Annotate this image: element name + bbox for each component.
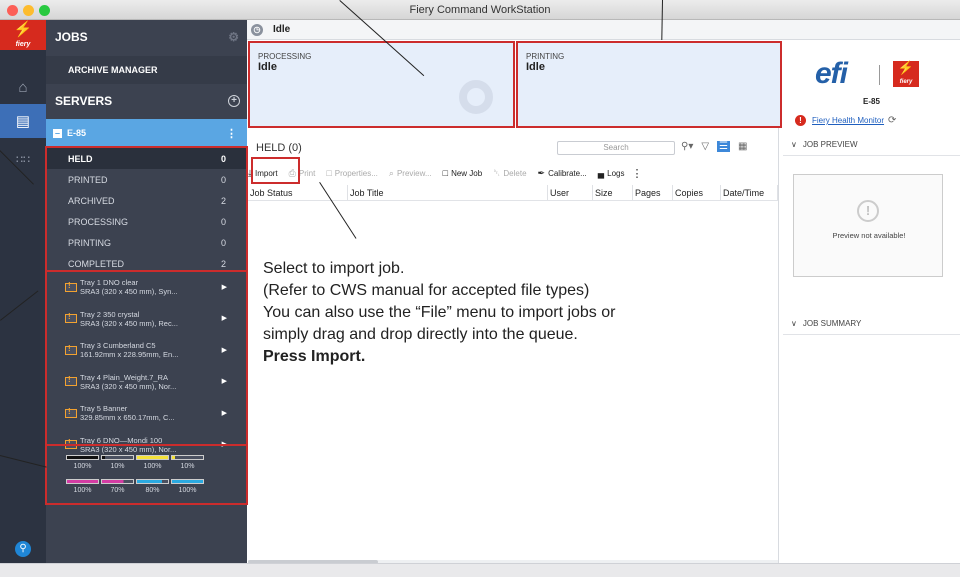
clock-icon: ◷ (251, 23, 263, 36)
refresh-icon[interactable]: ⟳ (888, 115, 896, 126)
job-toolbar: ⤓ Import ⎙ Print □ Properties... ⌕ Preview... □ N… (248, 163, 778, 183)
chevron-down-icon: ∨ (791, 319, 797, 328)
column-header[interactable]: Job Status (248, 185, 348, 200)
search-icon[interactable]: ⚲▾ (681, 141, 693, 152)
server-status-text: Idle (273, 24, 291, 35)
import-callout-box (251, 157, 300, 184)
health-monitor: ! Fiery Health Monitor ⟳ (795, 115, 896, 126)
list-view-icon[interactable]: ☰ (717, 141, 731, 152)
collapse-icon[interactable]: – (53, 128, 62, 138)
queues-callout-box (45, 146, 248, 272)
calibrate-button[interactable]: ✒ Calibrate... (538, 168, 587, 179)
job-list[interactable] (248, 201, 778, 563)
column-header[interactable]: User (548, 185, 593, 200)
delete-button[interactable]: ␡ Delete (493, 168, 526, 179)
fiery-bolt-icon: ⚡ (13, 21, 33, 38)
job-preview-header[interactable]: ∨ JOB PREVIEW (783, 134, 960, 156)
new-job-button[interactable]: □ New Job (443, 168, 483, 178)
printing-value: Idle (526, 61, 545, 73)
annotation-line-1: Select to import job. (263, 260, 405, 277)
server-item[interactable]: – E-85 ⋮ (46, 119, 247, 147)
column-header[interactable]: Job Title (348, 185, 548, 200)
fiery-brand-word: fiery (899, 79, 913, 85)
toolbar-label: Delete (503, 168, 527, 178)
server-info-panel: efi ⚡ fiery E-85 ! Fiery Health Monitor ⟳ (783, 41, 960, 137)
health-monitor-link[interactable]: Fiery Health Monitor (812, 116, 884, 125)
status-footer (0, 563, 960, 577)
server-menu-icon[interactable]: ⋮ (226, 127, 237, 140)
servers-header: SERVERS + (46, 86, 247, 116)
properties-icon: □ (326, 168, 332, 178)
column-header[interactable]: Pages (633, 185, 673, 200)
import-annotation: Select to import job. (Refer to CWS manu… (263, 258, 763, 368)
server-name: E-85 (67, 128, 87, 138)
server-model: E-85 (863, 97, 880, 106)
logs-icon: ▄ (597, 168, 605, 178)
title-bar: Fiery Command WorkStation (0, 0, 960, 20)
toolbar-label: New Job (451, 168, 483, 178)
new-job-icon: □ (442, 168, 449, 178)
processing-status-box: PROCESSING Idle (248, 41, 515, 128)
column-header[interactable]: Size (593, 185, 633, 200)
view-controls: ⚲▾ ▽ ☰ ▦ (681, 141, 747, 152)
job-summary-header[interactable]: ∨ JOB SUMMARY (783, 313, 960, 335)
search-icon[interactable]: ⚲ (15, 541, 31, 557)
logo-divider (879, 65, 880, 85)
chevron-down-icon: ∨ (791, 140, 797, 149)
icon-rail: ⚡ fiery ⌂ ▤ ∷∷ ⚲ (0, 20, 46, 563)
properties-button[interactable]: □ Properties... (326, 168, 378, 178)
home-icon[interactable]: ⌂ (0, 70, 46, 104)
jobs-header-label: JOBS (55, 30, 88, 44)
processing-caption: PROCESSING (258, 52, 312, 61)
archive-manager-item[interactable]: ARCHIVE MANAGER (46, 56, 247, 84)
job-summary-title: JOB SUMMARY (802, 319, 862, 328)
warning-icon: ! (795, 115, 806, 126)
add-server-icon[interactable]: + (228, 95, 240, 107)
annotation-line-2: (Refer to CWS manual for accepted file t… (263, 282, 590, 299)
grid-view-icon[interactable]: ▦ (738, 141, 747, 152)
job-preview-title: JOB PREVIEW (802, 140, 858, 149)
calibrate-icon: ✒ (537, 167, 546, 178)
jobs-header: JOBS ⚙ (46, 22, 247, 52)
search-input[interactable]: Search (557, 141, 675, 155)
toolbar-label: Preview... (396, 168, 432, 178)
server-list-icon[interactable]: ▤ (0, 104, 46, 138)
preview-placeholder: ! Preview not available! (793, 174, 943, 277)
filter-icon[interactable]: ▽ (701, 141, 709, 152)
delete-icon: ␡ (493, 167, 501, 178)
gear-icon[interactable]: ⚙ (228, 30, 239, 44)
printing-status-box: PRINTING Idle (516, 41, 782, 128)
logs-button[interactable]: ▄ Logs (598, 168, 625, 178)
processing-value: Idle (258, 61, 277, 73)
printing-caption: PRINTING (526, 52, 565, 61)
annotation-emphasis: Press Import. (263, 348, 366, 365)
preview-icon: ⌕ (388, 167, 394, 178)
annotation-line-3: You can also use the “File” menu to impo… (263, 304, 616, 321)
column-header[interactable]: Copies (673, 185, 721, 200)
toolbar-label: Calibrate... (548, 168, 587, 178)
trays-callout-box (45, 270, 248, 446)
server-status-bar: ◷ Idle (247, 20, 960, 40)
fiery-logo-word: fiery (15, 41, 31, 48)
info-icon: ! (857, 200, 879, 222)
preview-empty-text: Preview not available! (832, 231, 906, 240)
column-header[interactable]: Date/Time (721, 185, 778, 200)
gear-watermark-icon (459, 80, 493, 114)
toner-callout-box (45, 444, 248, 505)
window-title: Fiery Command WorkStation (409, 4, 551, 16)
fiery-logo: ⚡ fiery (0, 20, 46, 50)
queue-title: HELD (0) (256, 142, 302, 154)
toolbar-label: Logs (607, 168, 625, 178)
toolbar-label: Properties... (334, 168, 378, 178)
annotation-line-4: simply drag and drop directly into the q… (263, 326, 578, 343)
servers-header-label: SERVERS (55, 94, 113, 108)
preview-button[interactable]: ⌕ Preview... (389, 168, 432, 179)
fiery-brand-logo: ⚡ fiery (893, 61, 919, 87)
efi-logo: efi (815, 57, 848, 90)
panel-divider[interactable] (778, 128, 779, 563)
more-actions-icon[interactable]: ⋮ (632, 167, 643, 180)
toolbar-label: Print (298, 168, 316, 178)
